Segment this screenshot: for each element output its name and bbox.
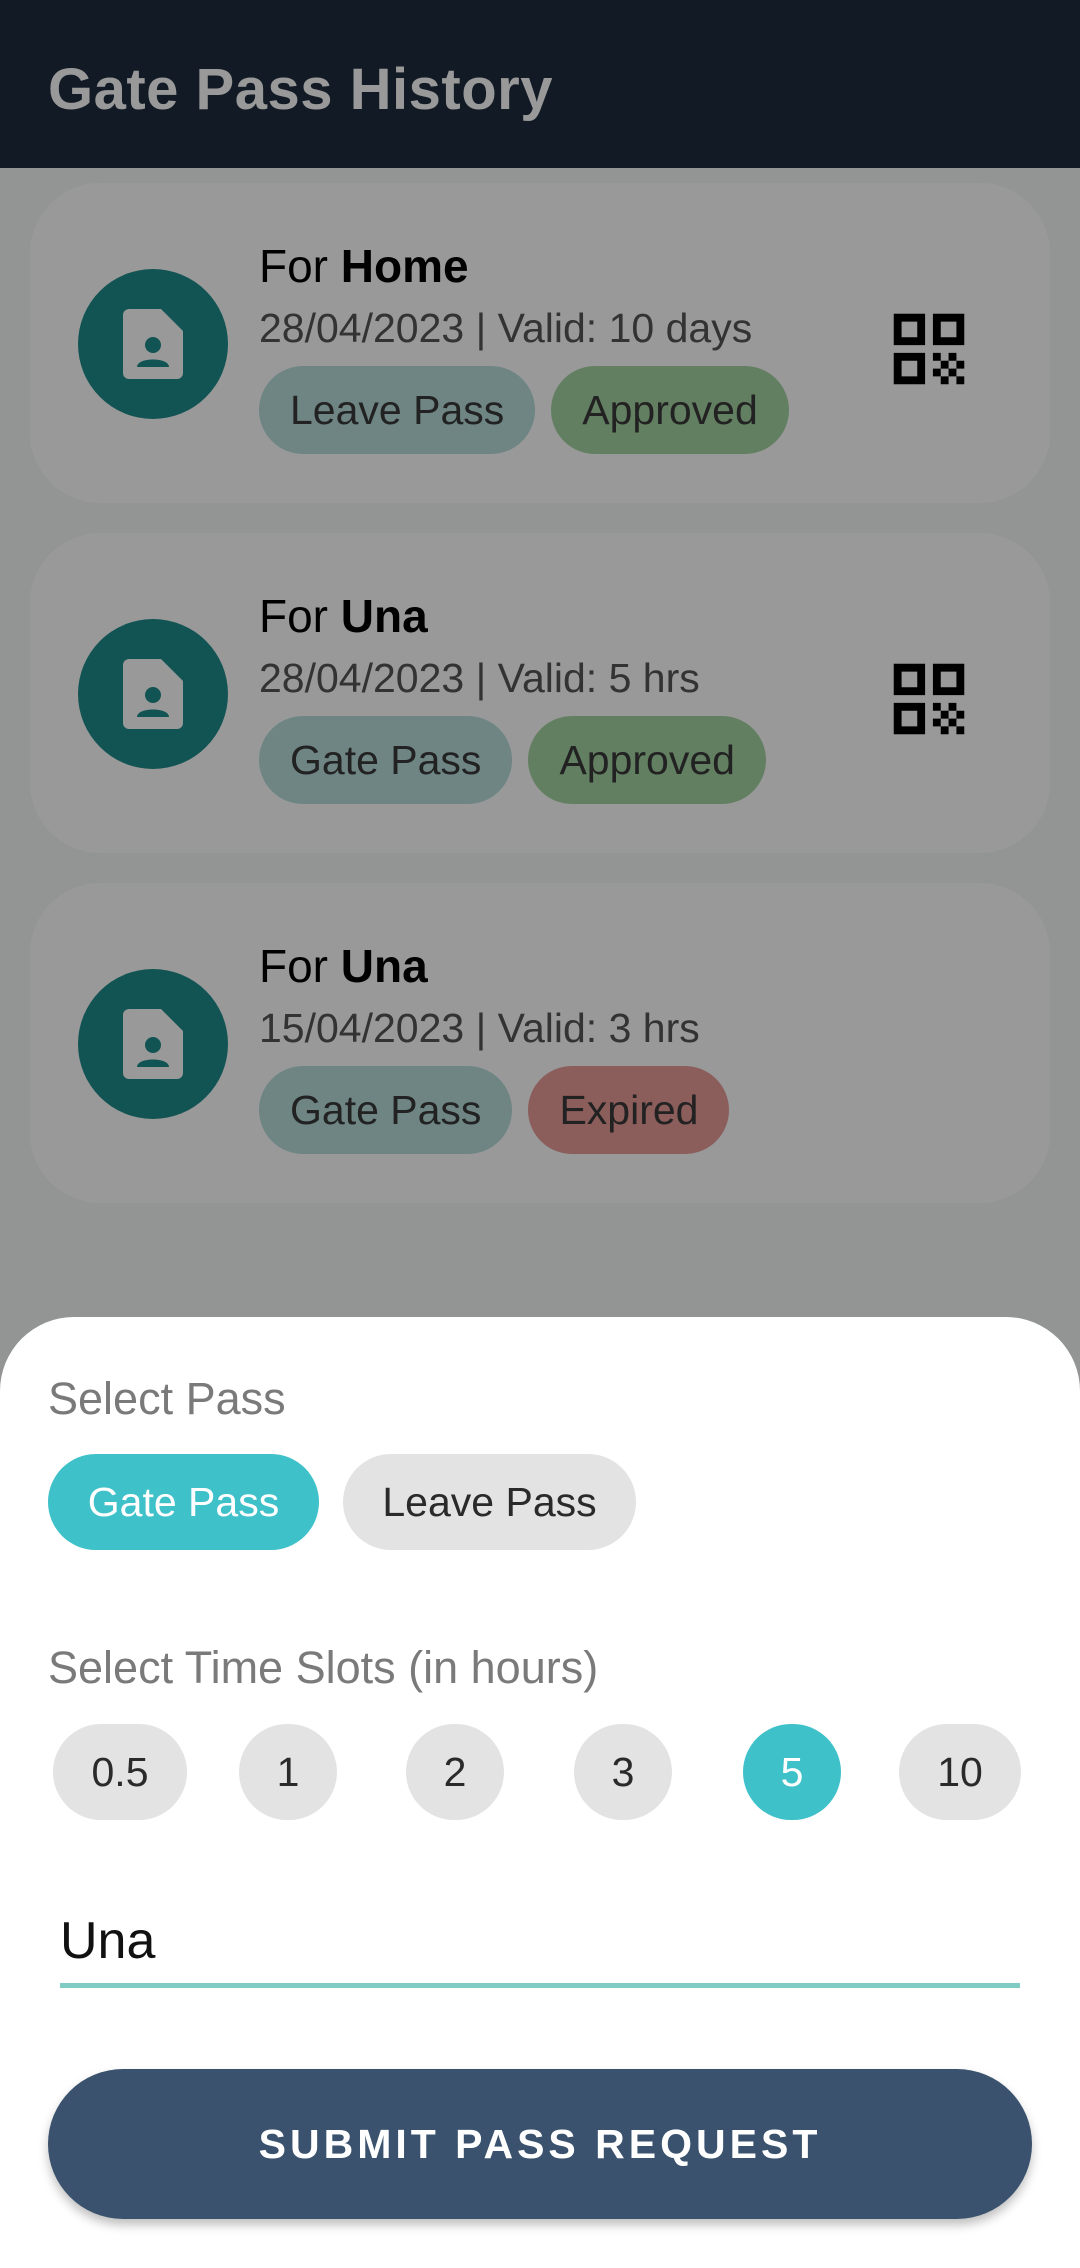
time-slot-1[interactable]: 1 xyxy=(239,1724,337,1820)
pass-type-leave-pass[interactable]: Leave Pass xyxy=(343,1454,636,1550)
time-slot-5[interactable]: 5 xyxy=(743,1724,841,1820)
destination-input[interactable] xyxy=(60,1898,1020,1988)
submit-pass-request-button[interactable]: SUBMIT PASS REQUEST xyxy=(48,2069,1032,2219)
time-slot-2[interactable]: 2 xyxy=(406,1724,504,1820)
select-time-slots-label: Select Time Slots (in hours) xyxy=(48,1642,599,1693)
select-pass-label: Select Pass xyxy=(48,1373,286,1424)
time-slot-0-5[interactable]: 0.5 xyxy=(53,1724,187,1820)
pass-type-gate-pass[interactable]: Gate Pass xyxy=(48,1454,319,1550)
time-slot-3[interactable]: 3 xyxy=(574,1724,672,1820)
time-slot-10[interactable]: 10 xyxy=(899,1724,1021,1820)
